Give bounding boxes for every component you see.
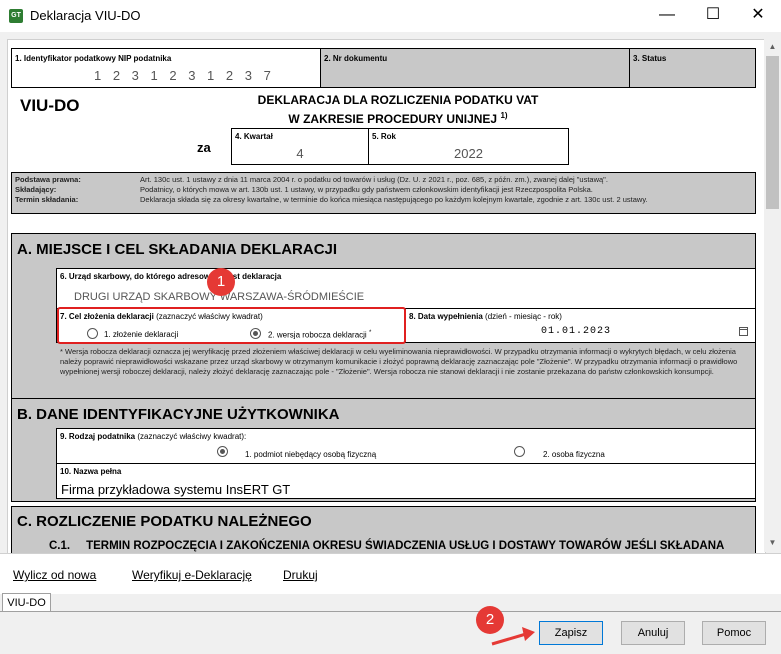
draft-note: * Wersja robocza deklaracji oznacza jej … [60,347,738,376]
legal-basis-label: Podstawa prawna: [15,175,81,184]
field-1-label: 1. Identyfikator podatkowy NIP podatnika [15,54,172,63]
highlight-box [57,307,406,344]
field-3-box: 3. Status [629,48,756,88]
help-button[interactable]: Pomoc [702,621,766,645]
field-2-label: 2. Nr dokumentu [324,54,388,63]
actions-panel [0,553,781,594]
legal-basis-text: Art. 130c ust. 1 ustawy z dnia 11 marca … [140,175,608,184]
field-4-box: 4. Kwartał 4 [231,128,369,165]
field-1-box: 1. Identyfikator podatkowy NIP podatnika… [11,48,321,88]
field-8-box: 8. Data wypełnienia (dzień - miesiąc - r… [405,308,756,343]
filer-text: Podatnicy, o których mowa w art. 130b us… [140,185,593,194]
deadline-text: Deklaracja składa się za okresy kwartaln… [140,195,648,204]
form-title: DEKLARACJA DLA ROZLICZENIA PODATKU VAT W… [198,92,598,127]
field-10-label: 10. Nazwa pełna [60,467,122,476]
scroll-up-icon[interactable]: ▲ [764,40,781,54]
field-9-box: 9. Rodzaj podatnika (zaznaczyć właściwy … [56,428,756,464]
quarter-value[interactable]: 4 [232,146,368,161]
field-2-box: 2. Nr dokumentu [320,48,630,88]
verify-edeclaration-link[interactable]: Weryfikuj e-Deklarację [132,568,252,582]
form-title-sup: 1) [500,111,508,120]
annotation-badge-1: 1 [207,268,235,296]
za-label: za [197,140,211,155]
recalculate-link[interactable]: Wylicz od nowa [13,568,96,582]
section-a-heading: A. MIEJSCE I CEL SKŁADANIA DEKLARACJI [17,241,338,258]
scroll-down-icon[interactable]: ▼ [764,536,781,550]
declaration-document: 1. Identyfikator podatkowy NIP podatnika… [7,39,766,554]
field-10-box: 10. Nazwa pełna Firma przykładowa system… [56,463,756,499]
radio-non-individual-label: 1. podmiot niebędący osobą fizyczną [245,450,377,459]
filer-label: Składający: [15,185,57,194]
radio-individual-label: 2. osoba fizyczna [543,450,605,459]
save-button[interactable]: Zapisz [539,621,603,645]
field-8-label: 8. Data wypełnienia [409,312,483,321]
deadline-label: Termin składania: [15,195,79,204]
section-c: C. ROZLICZENIE PODATKU NALEŻNEGO C.1. TE… [11,506,756,553]
calendar-icon[interactable] [739,327,748,336]
title-bar: GT Deklaracja VIU-DO — ☐ ✕ [0,0,781,33]
field-6-box: 6. Urząd skarbowy, do którego adresowana… [56,268,756,309]
form-title-line1: DEKLARACJA DLA ROZLICZENIA PODATKU VAT [257,93,539,107]
full-name-value[interactable]: Firma przykładowa systemu InsERT GT [61,482,290,497]
field-3-label: 3. Status [633,54,667,63]
field-6-label: 6. Urząd skarbowy, do którego adresowana… [60,272,282,281]
section-c-heading: C. ROZLICZENIE PODATKU NALEŻNEGO [17,513,312,530]
fill-date-value[interactable]: 01.01.2023 [541,326,611,337]
field-9-label: 9. Rodzaj podatnika [60,432,136,441]
field-5-box: 5. Rok 2022 [368,128,569,165]
maximize-button[interactable]: ☐ [690,0,736,32]
radio-individual[interactable] [514,446,525,457]
scrollbar-thumb[interactable] [766,56,779,209]
tab-divider [0,611,781,612]
field-8-label-wrap: 8. Data wypełnienia (dzień - miesiąc - r… [409,312,562,321]
form-code: VIU-DO [20,96,80,115]
field-5-label: 5. Rok [372,132,397,141]
minimize-button[interactable]: — [644,0,690,32]
field-9-hint: (zaznaczyć właściwy kwadrat): [137,432,247,441]
field-8-hint: (dzień - miesiąc - rok) [485,312,562,321]
close-button[interactable]: ✕ [735,0,781,32]
window-title: Deklaracja VIU-DO [30,8,141,23]
year-value[interactable]: 2022 [369,146,568,161]
app-icon: GT [9,9,23,23]
section-c1-heading: C.1. TERMIN ROZPOCZĘCIA I ZAKOŃCZENIA OK… [49,540,725,552]
field-4-label: 4. Kwartał [235,132,273,141]
radio-non-individual[interactable] [217,446,228,457]
section-b-heading: B. DANE IDENTYFIKACYJNE UŻYTKOWNIKA [17,406,340,423]
form-title-line2-wrap: W ZAKRESIE PROCEDURY UNIJNEJ 1) [198,108,598,127]
annotation-arrow-icon [491,627,535,646]
tab-viu-do[interactable]: VIU-DO [2,593,51,612]
legal-info-box: Podstawa prawna: Art. 130c ust. 1 ustawy… [11,172,756,214]
cancel-button[interactable]: Anuluj [621,621,685,645]
print-link[interactable]: Drukuj [283,568,318,582]
form-title-line2: W ZAKRESIE PROCEDURY UNIJNEJ [288,112,498,126]
field-9-label-wrap: 9. Rodzaj podatnika (zaznaczyć właściwy … [60,432,246,441]
nip-value[interactable]: 1 2 3 1 2 3 1 2 3 7 [94,68,275,83]
